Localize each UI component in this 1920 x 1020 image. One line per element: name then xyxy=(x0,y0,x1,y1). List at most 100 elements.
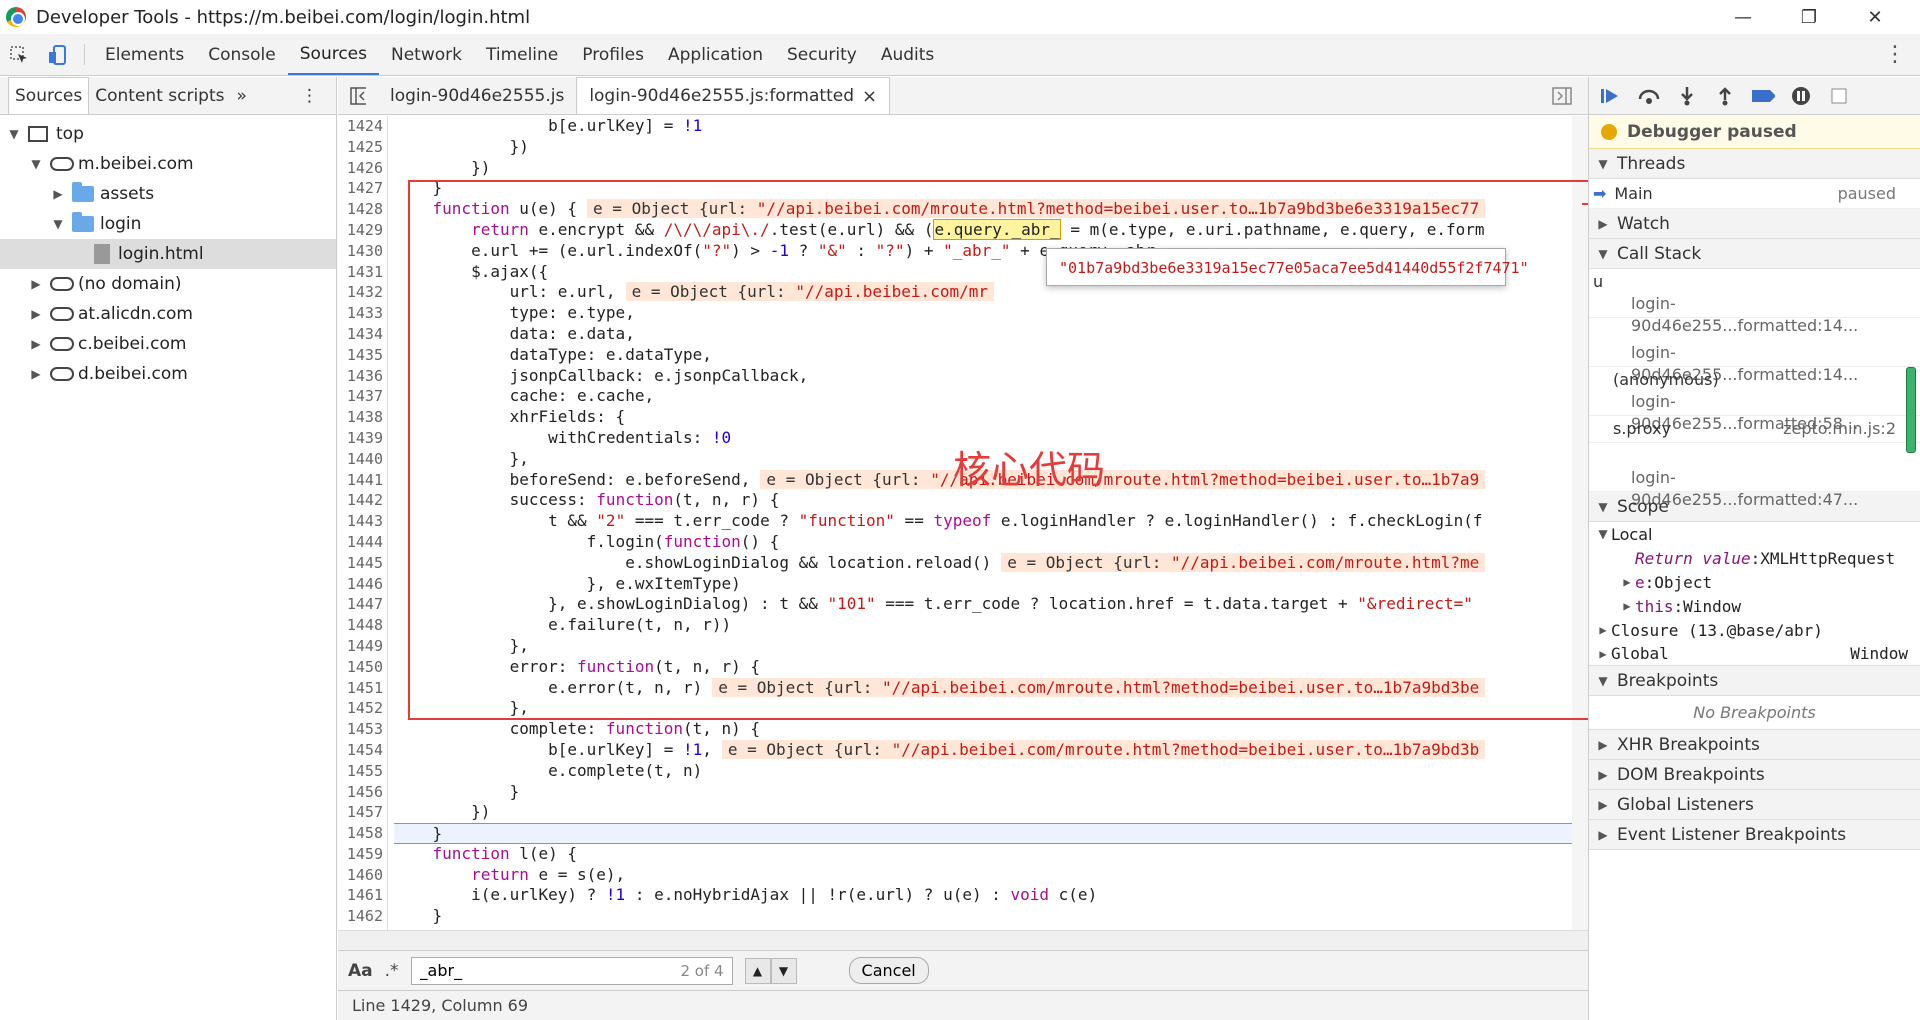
scope-global[interactable]: ▶ Global Window xyxy=(1589,642,1920,666)
line-number[interactable]: 1457 xyxy=(338,802,387,823)
line-number[interactable]: 1429 xyxy=(338,220,387,241)
scope-variable[interactable]: Return value: XMLHttpRequest xyxy=(1589,546,1920,570)
code-line[interactable]: } xyxy=(394,782,1574,803)
line-number[interactable]: 1450 xyxy=(338,657,387,678)
close-button[interactable]: ✕ xyxy=(1842,0,1908,34)
scope-variable[interactable]: ▶ this: Window xyxy=(1589,594,1920,618)
thread-main[interactable]: ➡ Main paused xyxy=(1589,179,1920,209)
code-line[interactable]: e.error(t, n, r) e = Object {url: "//api.… xyxy=(394,677,1574,699)
tab-security[interactable]: Security xyxy=(775,34,869,75)
tree-item[interactable]: ▼ login xyxy=(0,209,336,239)
editor-tab-login-js-formatted[interactable]: login-90d46e2555.js:formatted × xyxy=(576,77,891,114)
line-number[interactable]: 1446 xyxy=(338,574,387,595)
close-tab-icon[interactable]: × xyxy=(862,86,877,107)
inspect-element-icon[interactable] xyxy=(0,34,38,75)
global-listeners-header[interactable]: ▶ Global Listeners xyxy=(1589,790,1920,820)
line-number[interactable]: 1456 xyxy=(338,782,387,803)
line-number[interactable]: 1437 xyxy=(338,386,387,407)
resume-icon[interactable] xyxy=(1599,85,1623,107)
code-line[interactable]: }, xyxy=(394,636,1574,657)
code-line[interactable]: function l(e) { xyxy=(394,844,1574,865)
line-number[interactable]: 1451 xyxy=(338,678,387,699)
code-line[interactable]: return e.encrypt && /\/\/api\./.test(e.u… xyxy=(394,218,1574,241)
more-tabs-icon[interactable]: » xyxy=(231,77,253,114)
code-line[interactable]: data: e.data, xyxy=(394,324,1574,345)
expand-triangle-icon[interactable]: ▶ xyxy=(28,307,44,321)
tab-network[interactable]: Network xyxy=(379,34,474,75)
code-line[interactable]: return e = s(e), xyxy=(394,865,1574,886)
code-line[interactable]: jsonpCallback: e.jsonpCallback, xyxy=(394,366,1574,387)
code-line[interactable]: error: function(t, n, r) { xyxy=(394,657,1574,678)
line-number[interactable]: 1431 xyxy=(338,262,387,283)
tab-console[interactable]: Console xyxy=(196,34,288,75)
tree-item[interactable]: ▶ d.beibei.com xyxy=(0,359,336,389)
tree-item[interactable]: ▶ c.beibei.com xyxy=(0,329,336,359)
toggle-debugger-icon[interactable] xyxy=(1552,87,1572,110)
event-listener-breakpoints-header[interactable]: ▶ Event Listener Breakpoints xyxy=(1589,820,1920,850)
pause-on-exceptions-icon[interactable] xyxy=(1789,85,1813,107)
line-number[interactable]: 1433 xyxy=(338,303,387,324)
expand-triangle-icon[interactable]: ▶ xyxy=(28,337,44,351)
line-number[interactable]: 1455 xyxy=(338,761,387,782)
line-number[interactable]: 1425 xyxy=(338,137,387,158)
expand-triangle-icon[interactable]: ▶ xyxy=(28,277,44,291)
code-area[interactable]: 1424 1425 1426 1427 1428 1429 1430 1431 1432 1433… xyxy=(338,116,1588,931)
line-number[interactable]: 1452 xyxy=(338,698,387,719)
async-checkbox[interactable] xyxy=(1827,85,1851,107)
tab-sources[interactable]: Sources xyxy=(287,34,379,75)
match-case-toggle[interactable]: Aa xyxy=(348,961,373,981)
code-line[interactable]: }, e.showLoginDialog) : t && "101" === t… xyxy=(394,594,1574,615)
step-over-icon[interactable] xyxy=(1637,85,1661,107)
code-line[interactable]: dataType: e.dataType, xyxy=(394,345,1574,366)
call-stack-header[interactable]: ▼ Call Stack xyxy=(1589,239,1920,269)
deactivate-breakpoints-icon[interactable] xyxy=(1751,85,1775,107)
horizontal-scrollbar[interactable] xyxy=(338,930,1588,950)
line-number[interactable]: 1427 xyxy=(338,178,387,199)
code-line[interactable]: f.login(function() { xyxy=(394,532,1574,553)
call-frame[interactable]: login-90d46e255...formatted:47... xyxy=(1589,443,1920,509)
code-line[interactable]: }) xyxy=(394,802,1574,823)
code-line[interactable]: } xyxy=(394,906,1574,927)
navigator-menu-icon[interactable]: ⋮ xyxy=(295,77,324,114)
line-number[interactable]: 1441 xyxy=(338,470,387,491)
tab-audits[interactable]: Audits xyxy=(869,34,946,75)
code-line[interactable]: }, xyxy=(394,698,1574,719)
search-next-button[interactable]: ▼ xyxy=(770,957,797,984)
line-number[interactable]: 1445 xyxy=(338,553,387,574)
line-number[interactable]: 1430 xyxy=(338,241,387,262)
toggle-navigator-icon[interactable] xyxy=(338,77,378,114)
line-number[interactable]: 1440 xyxy=(338,449,387,470)
tab-elements[interactable]: Elements xyxy=(93,34,196,75)
code-line[interactable]: b[e.urlKey] = !1 xyxy=(394,116,1574,137)
code-line[interactable]: t && "2" === t.err_code ? "function" == … xyxy=(394,511,1574,532)
scope-closure[interactable]: ▶ Closure (13.@base/abr) xyxy=(1589,618,1920,642)
code-lines[interactable]: b[e.urlKey] = !1 }) }) } function u(e) {… xyxy=(394,116,1574,931)
dom-breakpoints-header[interactable]: ▶ DOM Breakpoints xyxy=(1589,760,1920,790)
watch-header[interactable]: ▶ Watch xyxy=(1589,209,1920,239)
line-number[interactable]: 1453 xyxy=(338,719,387,740)
line-number[interactable]: 1447 xyxy=(338,594,387,615)
breakpoints-header[interactable]: ▼ Breakpoints xyxy=(1589,666,1920,696)
vertical-scrollbar[interactable] xyxy=(1572,116,1588,931)
code-line[interactable]: }, e.wxItemType) xyxy=(394,574,1574,595)
tree-item[interactable]: ▼ m.beibei.com xyxy=(0,149,336,179)
tree-item[interactable]: ▶ at.alicdn.com xyxy=(0,299,336,329)
line-number[interactable]: 1444 xyxy=(338,532,387,553)
step-out-icon[interactable] xyxy=(1713,85,1737,107)
xhr-breakpoints-header[interactable]: ▶ XHR Breakpoints xyxy=(1589,730,1920,760)
line-number[interactable]: 1459 xyxy=(338,844,387,865)
device-mode-icon[interactable] xyxy=(38,34,76,75)
tree-item[interactable]: ▶ (no domain) xyxy=(0,269,336,299)
code-line[interactable]: xhrFields: { xyxy=(394,407,1574,428)
restore-button[interactable]: ❐ xyxy=(1776,0,1842,34)
collapse-triangle-icon[interactable]: ▼ xyxy=(28,157,44,171)
scope-variable[interactable]: ▶ e: Object xyxy=(1589,570,1920,594)
collapse-triangle-icon[interactable]: ▼ xyxy=(6,127,22,141)
call-frame[interactable]: u login-90d46e255...formatted:14... xyxy=(1589,269,1920,335)
line-number[interactable]: 1460 xyxy=(338,865,387,886)
tab-profiles[interactable]: Profiles xyxy=(570,34,656,75)
line-number[interactable]: 1434 xyxy=(338,324,387,345)
code-line[interactable]: complete: function(t, n) { xyxy=(394,719,1574,740)
line-number[interactable]: 1442 xyxy=(338,490,387,511)
line-number[interactable]: 1428 xyxy=(338,199,387,220)
